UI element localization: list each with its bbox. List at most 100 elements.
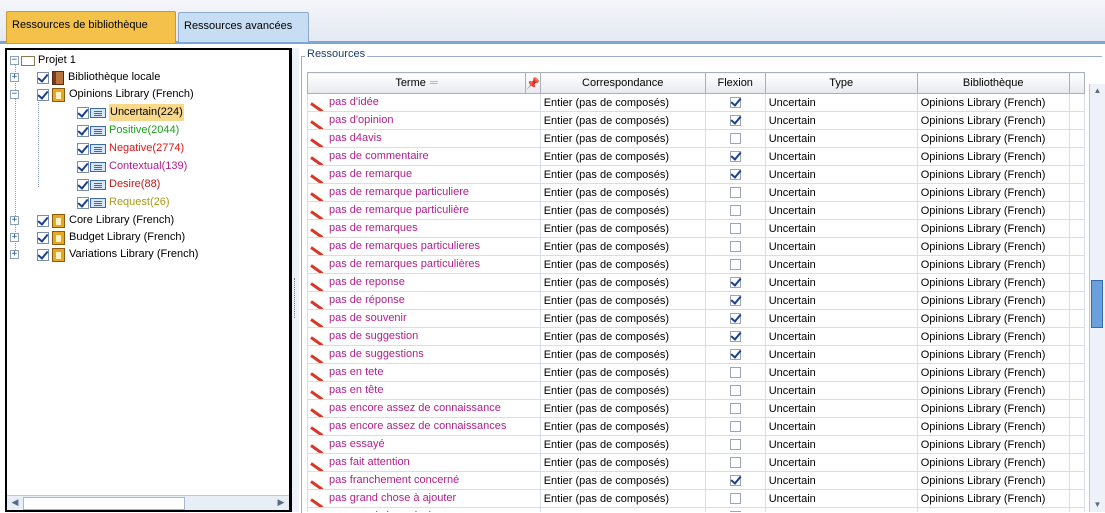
tree-node-category[interactable]: Desire(88) xyxy=(77,176,160,193)
category-checkbox[interactable] xyxy=(77,142,89,155)
inflect-cell[interactable] xyxy=(704,399,766,418)
table-row[interactable]: pas de reponse Entier (pas de composés) Un… xyxy=(307,273,1085,292)
match-cell[interactable]: Entier (pas de composés) xyxy=(539,363,706,382)
inflect-checkbox[interactable] xyxy=(729,457,741,469)
inflect-checkbox[interactable] xyxy=(729,151,741,163)
match-cell[interactable]: Entier (pas de composés) xyxy=(539,237,706,256)
scroll-left-icon[interactable]: ◀ xyxy=(9,497,21,508)
inflect-cell[interactable] xyxy=(704,165,766,184)
type-cell[interactable]: Uncertain xyxy=(764,345,918,364)
table-row[interactable]: pas de remarques particulières Entier (pa… xyxy=(307,255,1085,274)
tree-node-local-library[interactable]: + Bibliothèque locale xyxy=(10,69,160,86)
match-cell[interactable]: Entier (pas de composés) xyxy=(539,471,706,490)
term-cell[interactable]: pas de suggestions xyxy=(307,345,541,364)
scroll-down-icon[interactable]: ▼ xyxy=(1090,498,1105,512)
inflect-cell[interactable] xyxy=(704,201,766,220)
inflect-checkbox[interactable] xyxy=(729,475,741,487)
term-cell[interactable]: pas d'opinion xyxy=(307,111,541,130)
term-cell[interactable]: pas grand chose à ajouter xyxy=(307,507,541,512)
tree-node-budget-library[interactable]: + Budget Library (French) xyxy=(10,229,185,246)
inflect-checkbox[interactable] xyxy=(729,367,741,379)
inflect-cell[interactable] xyxy=(704,507,766,512)
table-row[interactable]: pas grand chose à ajouterEntier (pas de … xyxy=(307,507,1085,512)
library-cell[interactable]: Opinions Library (French) xyxy=(916,291,1070,310)
tree-horizontal-scrollbar[interactable]: ◀ ▶ xyxy=(7,495,289,510)
match-cell[interactable]: Entier (pas de composés) xyxy=(539,183,706,202)
collapse-icon[interactable]: − xyxy=(10,56,19,65)
match-cell[interactable]: Entier (pas de composés) xyxy=(539,453,706,472)
type-cell[interactable]: Uncertain xyxy=(764,399,918,418)
type-cell[interactable]: Uncertain xyxy=(764,417,918,436)
type-cell[interactable]: Uncertain xyxy=(764,219,918,238)
splitter-grip-icon[interactable] xyxy=(294,278,297,318)
library-checkbox[interactable] xyxy=(37,214,49,227)
inflect-cell[interactable] xyxy=(704,489,766,508)
library-cell[interactable]: Opinions Library (French) xyxy=(916,129,1070,148)
type-cell[interactable]: Uncertain xyxy=(764,453,918,472)
tree-node-project[interactable]: − Projet 1 xyxy=(10,52,76,69)
inflect-cell[interactable] xyxy=(704,129,766,148)
inflect-cell[interactable] xyxy=(704,453,766,472)
term-cell[interactable]: pas de remarques particulières xyxy=(307,255,541,274)
tab-advanced-resources[interactable]: Ressources avancées xyxy=(178,12,309,42)
term-cell[interactable]: pas fait attention xyxy=(307,453,541,472)
library-cell[interactable]: Opinions Library (French) xyxy=(916,507,1070,512)
library-cell[interactable]: Opinions Library (French) xyxy=(916,93,1070,112)
inflect-cell[interactable] xyxy=(704,435,766,454)
library-cell[interactable]: Opinions Library (French) xyxy=(916,201,1070,220)
library-cell[interactable]: Opinions Library (French) xyxy=(916,309,1070,328)
library-cell[interactable]: Opinions Library (French) xyxy=(916,147,1070,166)
term-cell[interactable]: pas de remarque xyxy=(307,165,541,184)
term-cell[interactable]: pas essayé xyxy=(307,435,541,454)
inflect-checkbox[interactable] xyxy=(729,259,741,271)
inflect-cell[interactable] xyxy=(704,417,766,436)
library-checkbox[interactable] xyxy=(37,231,49,244)
match-cell[interactable]: Entier (pas de composés) xyxy=(539,111,706,130)
tree-node-category[interactable]: Negative(2774) xyxy=(77,140,184,157)
inflect-cell[interactable] xyxy=(704,291,766,310)
library-checkbox[interactable] xyxy=(37,248,49,261)
inflect-checkbox[interactable] xyxy=(729,313,741,325)
library-cell[interactable]: Opinions Library (French) xyxy=(916,273,1070,292)
term-cell[interactable]: pas franchement concerné xyxy=(307,471,541,490)
inflect-checkbox[interactable] xyxy=(729,187,741,199)
library-cell[interactable]: Opinions Library (French) xyxy=(916,417,1070,436)
type-cell[interactable]: Uncertain xyxy=(764,255,918,274)
library-cell[interactable]: Opinions Library (French) xyxy=(916,111,1070,130)
table-row[interactable]: pas de souvenir Entier (pas de composés) U… xyxy=(307,309,1085,328)
match-cell[interactable]: Entier (pas de composés) xyxy=(539,489,706,508)
library-cell[interactable]: Opinions Library (French) xyxy=(916,327,1070,346)
tree-node-opinions-library[interactable]: − Opinions Library (French) xyxy=(10,86,194,103)
type-cell[interactable]: Uncertain xyxy=(764,165,918,184)
type-cell[interactable]: Uncertain xyxy=(764,507,918,512)
expand-icon[interactable]: + xyxy=(10,233,19,242)
inflect-cell[interactable] xyxy=(704,183,766,202)
type-cell[interactable]: Uncertain xyxy=(764,435,918,454)
inflect-checkbox[interactable] xyxy=(729,385,741,397)
type-cell[interactable]: Uncertain xyxy=(764,471,918,490)
tree-node-category[interactable]: Contextual(139) xyxy=(77,158,187,175)
tree-node-core-library[interactable]: + Core Library (French) xyxy=(10,212,174,229)
type-cell[interactable]: Uncertain xyxy=(764,363,918,382)
inflect-cell[interactable] xyxy=(704,309,766,328)
table-row[interactable]: pas de remarque particulière Entier (pas … xyxy=(307,201,1085,220)
inflect-cell[interactable] xyxy=(704,327,766,346)
library-cell[interactable]: Opinions Library (French) xyxy=(916,165,1070,184)
term-cell[interactable]: pas d'idée xyxy=(307,93,541,112)
inflect-cell[interactable] xyxy=(704,93,766,112)
inflect-checkbox[interactable] xyxy=(729,295,741,307)
match-cell[interactable]: Entier (pas de composés) xyxy=(539,129,706,148)
inflect-cell[interactable] xyxy=(704,219,766,238)
match-cell[interactable]: Entier (pas de composés) xyxy=(539,309,706,328)
term-cell[interactable]: pas de remarque particuliere xyxy=(307,183,541,202)
expand-icon[interactable]: + xyxy=(10,250,19,259)
type-cell[interactable]: Uncertain xyxy=(764,291,918,310)
category-checkbox[interactable] xyxy=(77,178,89,191)
grid-vertical-scrollbar[interactable]: ▲ ▼ xyxy=(1089,84,1105,512)
inflect-cell[interactable] xyxy=(704,237,766,256)
table-row[interactable]: pas d'idée Entier (pas de composés) Uncert… xyxy=(307,93,1085,112)
inflect-cell[interactable] xyxy=(704,381,766,400)
match-cell[interactable]: Entier (pas de composés) xyxy=(539,147,706,166)
type-cell[interactable]: Uncertain xyxy=(764,111,918,130)
library-cell[interactable]: Opinions Library (French) xyxy=(916,399,1070,418)
